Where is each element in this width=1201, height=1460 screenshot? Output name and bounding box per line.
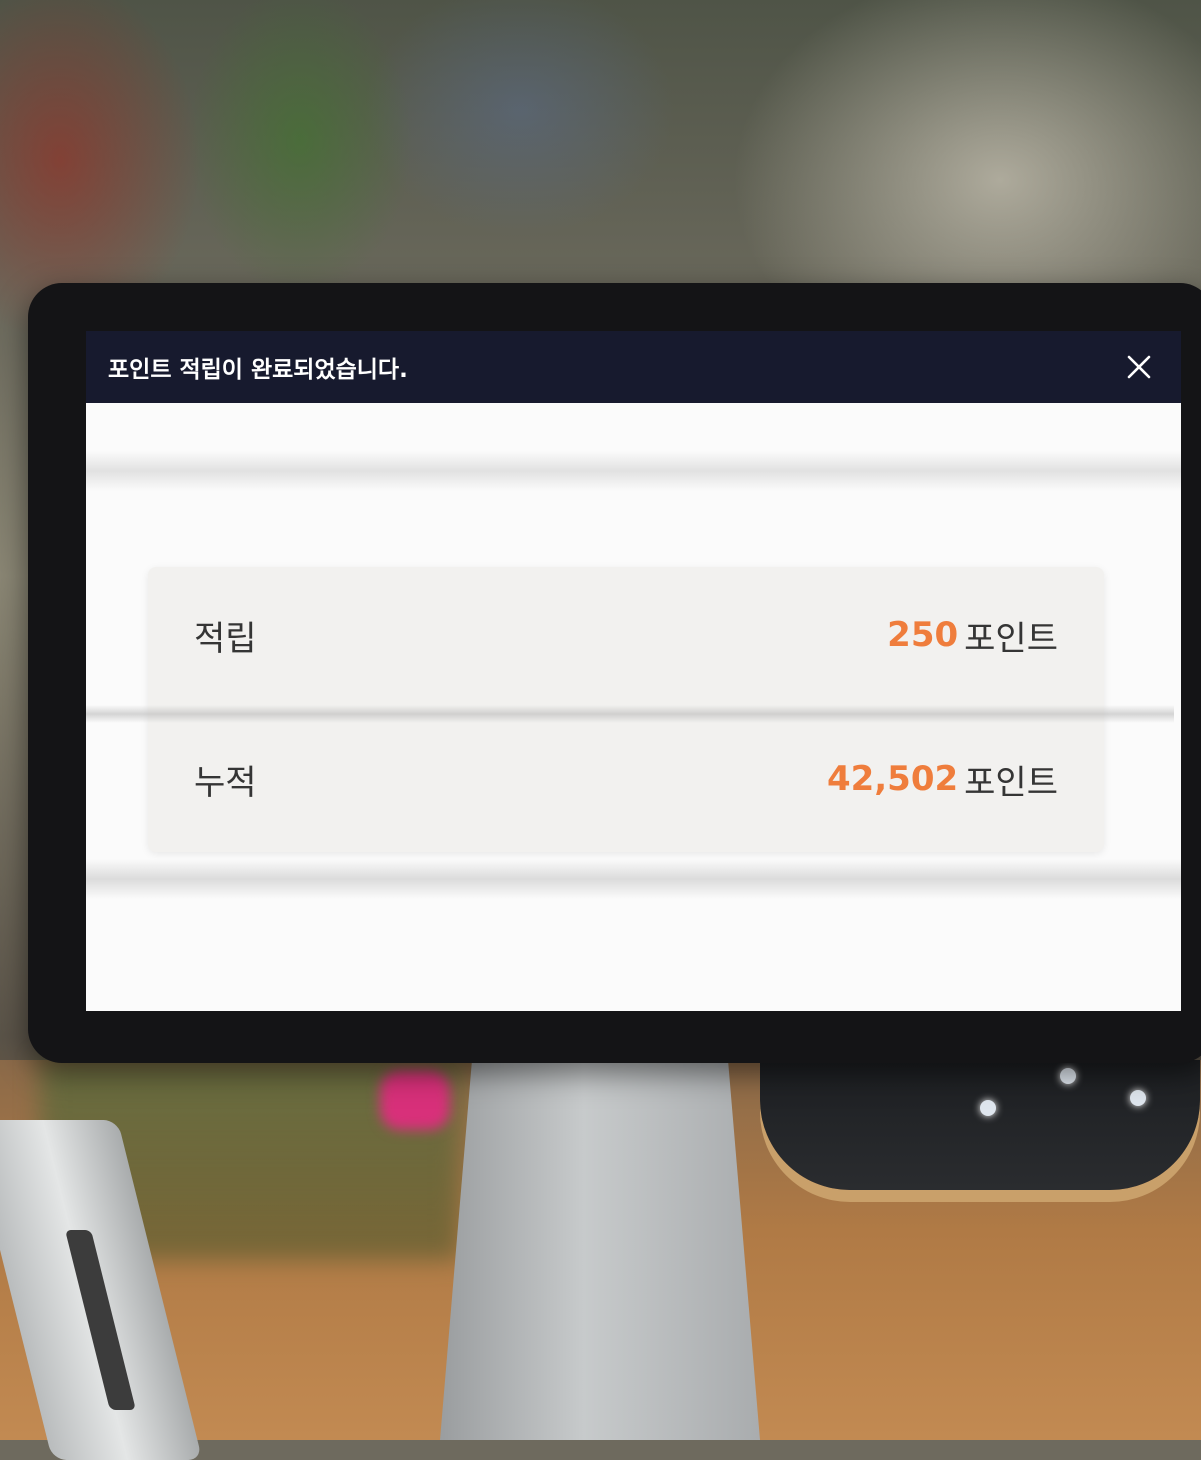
close-icon <box>1127 355 1151 379</box>
points-card: 적립 250 포인트 누적 42,502 포인트 <box>86 567 1174 852</box>
earned-points-row: 적립 250 포인트 <box>148 575 1104 695</box>
earned-points-value: 250 <box>887 615 959 655</box>
tablet-device: 포인트 적립이 완료되었습니다. 적립 250 포인트 누적 42,502 포인… <box>28 283 1201 1063</box>
close-button[interactable] <box>1119 347 1159 387</box>
total-points-row: 누적 42,502 포인트 <box>148 719 1104 839</box>
console-light <box>1060 1068 1076 1084</box>
earned-points-unit: 포인트 <box>964 618 1058 659</box>
total-label: 누적 <box>194 762 257 803</box>
background-object <box>380 1070 450 1130</box>
console-light <box>980 1100 996 1116</box>
console-light <box>1130 1090 1146 1106</box>
background-console <box>760 1060 1200 1190</box>
screen-reflection <box>86 859 1181 899</box>
tablet-screen: 포인트 적립이 완료되었습니다. 적립 250 포인트 누적 42,502 포인… <box>86 331 1181 1011</box>
total-points-unit: 포인트 <box>964 762 1058 803</box>
earned-label: 적립 <box>194 618 257 659</box>
total-points-value: 42,502 <box>826 759 959 799</box>
dialog-titlebar: 포인트 적립이 완료되었습니다. <box>86 331 1181 403</box>
tablet-stand <box>440 1060 760 1440</box>
stand-slot <box>65 1230 136 1410</box>
screen-reflection <box>86 451 1181 491</box>
dialog-title: 포인트 적립이 완료되었습니다. <box>108 357 408 383</box>
